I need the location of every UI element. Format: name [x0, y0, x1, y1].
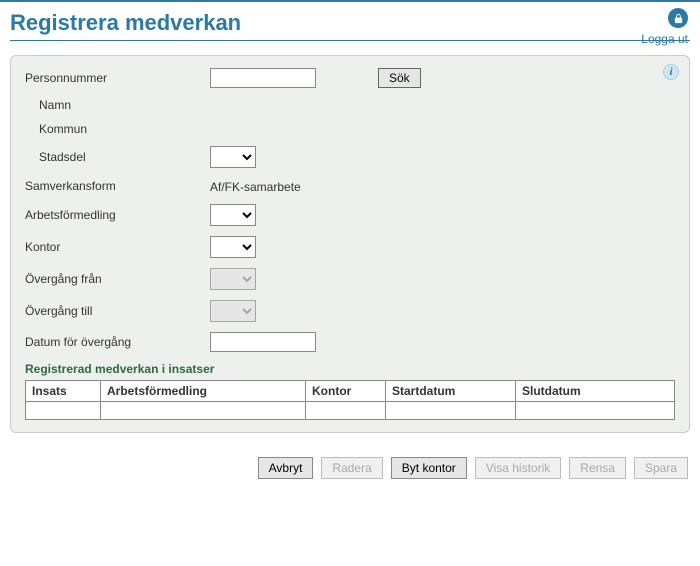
kontor-label: Kontor	[25, 240, 210, 254]
arbetsformedling-label: Arbetsförmedling	[25, 208, 210, 222]
lock-icon	[668, 8, 688, 28]
insatser-table: Insats Arbetsförmedling Kontor Startdatu…	[25, 380, 675, 420]
col-kontor: Kontor	[306, 381, 386, 402]
sok-button[interactable]: Sök	[378, 68, 421, 88]
personnummer-input[interactable]	[210, 68, 316, 88]
samverkansform-value: Af/FK-samarbete	[210, 178, 301, 194]
col-insats: Insats	[26, 381, 101, 402]
byt-kontor-button[interactable]: Byt kontor	[391, 457, 467, 479]
kontor-select[interactable]	[210, 236, 256, 258]
cell-startdatum	[386, 402, 516, 420]
col-slutdatum: Slutdatum	[516, 381, 675, 402]
overgang-fran-label: Övergång från	[25, 272, 210, 286]
form-panel: i Personnummer Sök Namn Kommun Stadsdel …	[10, 55, 690, 433]
personnummer-label: Personnummer	[25, 71, 210, 85]
arbetsformedling-select[interactable]	[210, 204, 256, 226]
overgang-till-label: Övergång till	[25, 304, 210, 318]
col-arbetsformedling: Arbetsförmedling	[101, 381, 306, 402]
datum-overgang-label: Datum för övergång	[25, 335, 210, 349]
stadsdel-label: Stadsdel	[25, 150, 210, 164]
overgang-fran-select	[210, 268, 256, 290]
info-icon[interactable]: i	[663, 64, 679, 80]
radera-button: Radera	[321, 457, 382, 479]
spara-button: Spara	[634, 457, 688, 479]
table-header-row: Insats Arbetsförmedling Kontor Startdatu…	[26, 381, 675, 402]
col-startdatum: Startdatum	[386, 381, 516, 402]
cell-kontor	[306, 402, 386, 420]
header-divider	[10, 40, 690, 41]
cell-arbetsformedling	[101, 402, 306, 420]
kommun-label: Kommun	[25, 122, 210, 136]
overgang-till-select	[210, 300, 256, 322]
rensa-button: Rensa	[569, 457, 626, 479]
logout-link[interactable]: Logga ut	[641, 32, 688, 46]
header: Registrera medverkan Logga ut	[0, 0, 700, 38]
table-row	[26, 402, 675, 420]
avbryt-button[interactable]: Avbryt	[258, 457, 314, 479]
cell-slutdatum	[516, 402, 675, 420]
footer: Avbryt Radera Byt kontor Visa historik R…	[0, 433, 700, 489]
datum-overgang-input[interactable]	[210, 332, 316, 352]
cell-insats	[26, 402, 101, 420]
samverkansform-label: Samverkansform	[25, 179, 210, 193]
namn-label: Namn	[25, 98, 210, 112]
section-title: Registrerad medverkan i insatser	[25, 362, 675, 376]
visa-historik-button: Visa historik	[475, 457, 561, 479]
stadsdel-select[interactable]	[210, 146, 256, 168]
page-title: Registrera medverkan	[10, 10, 690, 36]
